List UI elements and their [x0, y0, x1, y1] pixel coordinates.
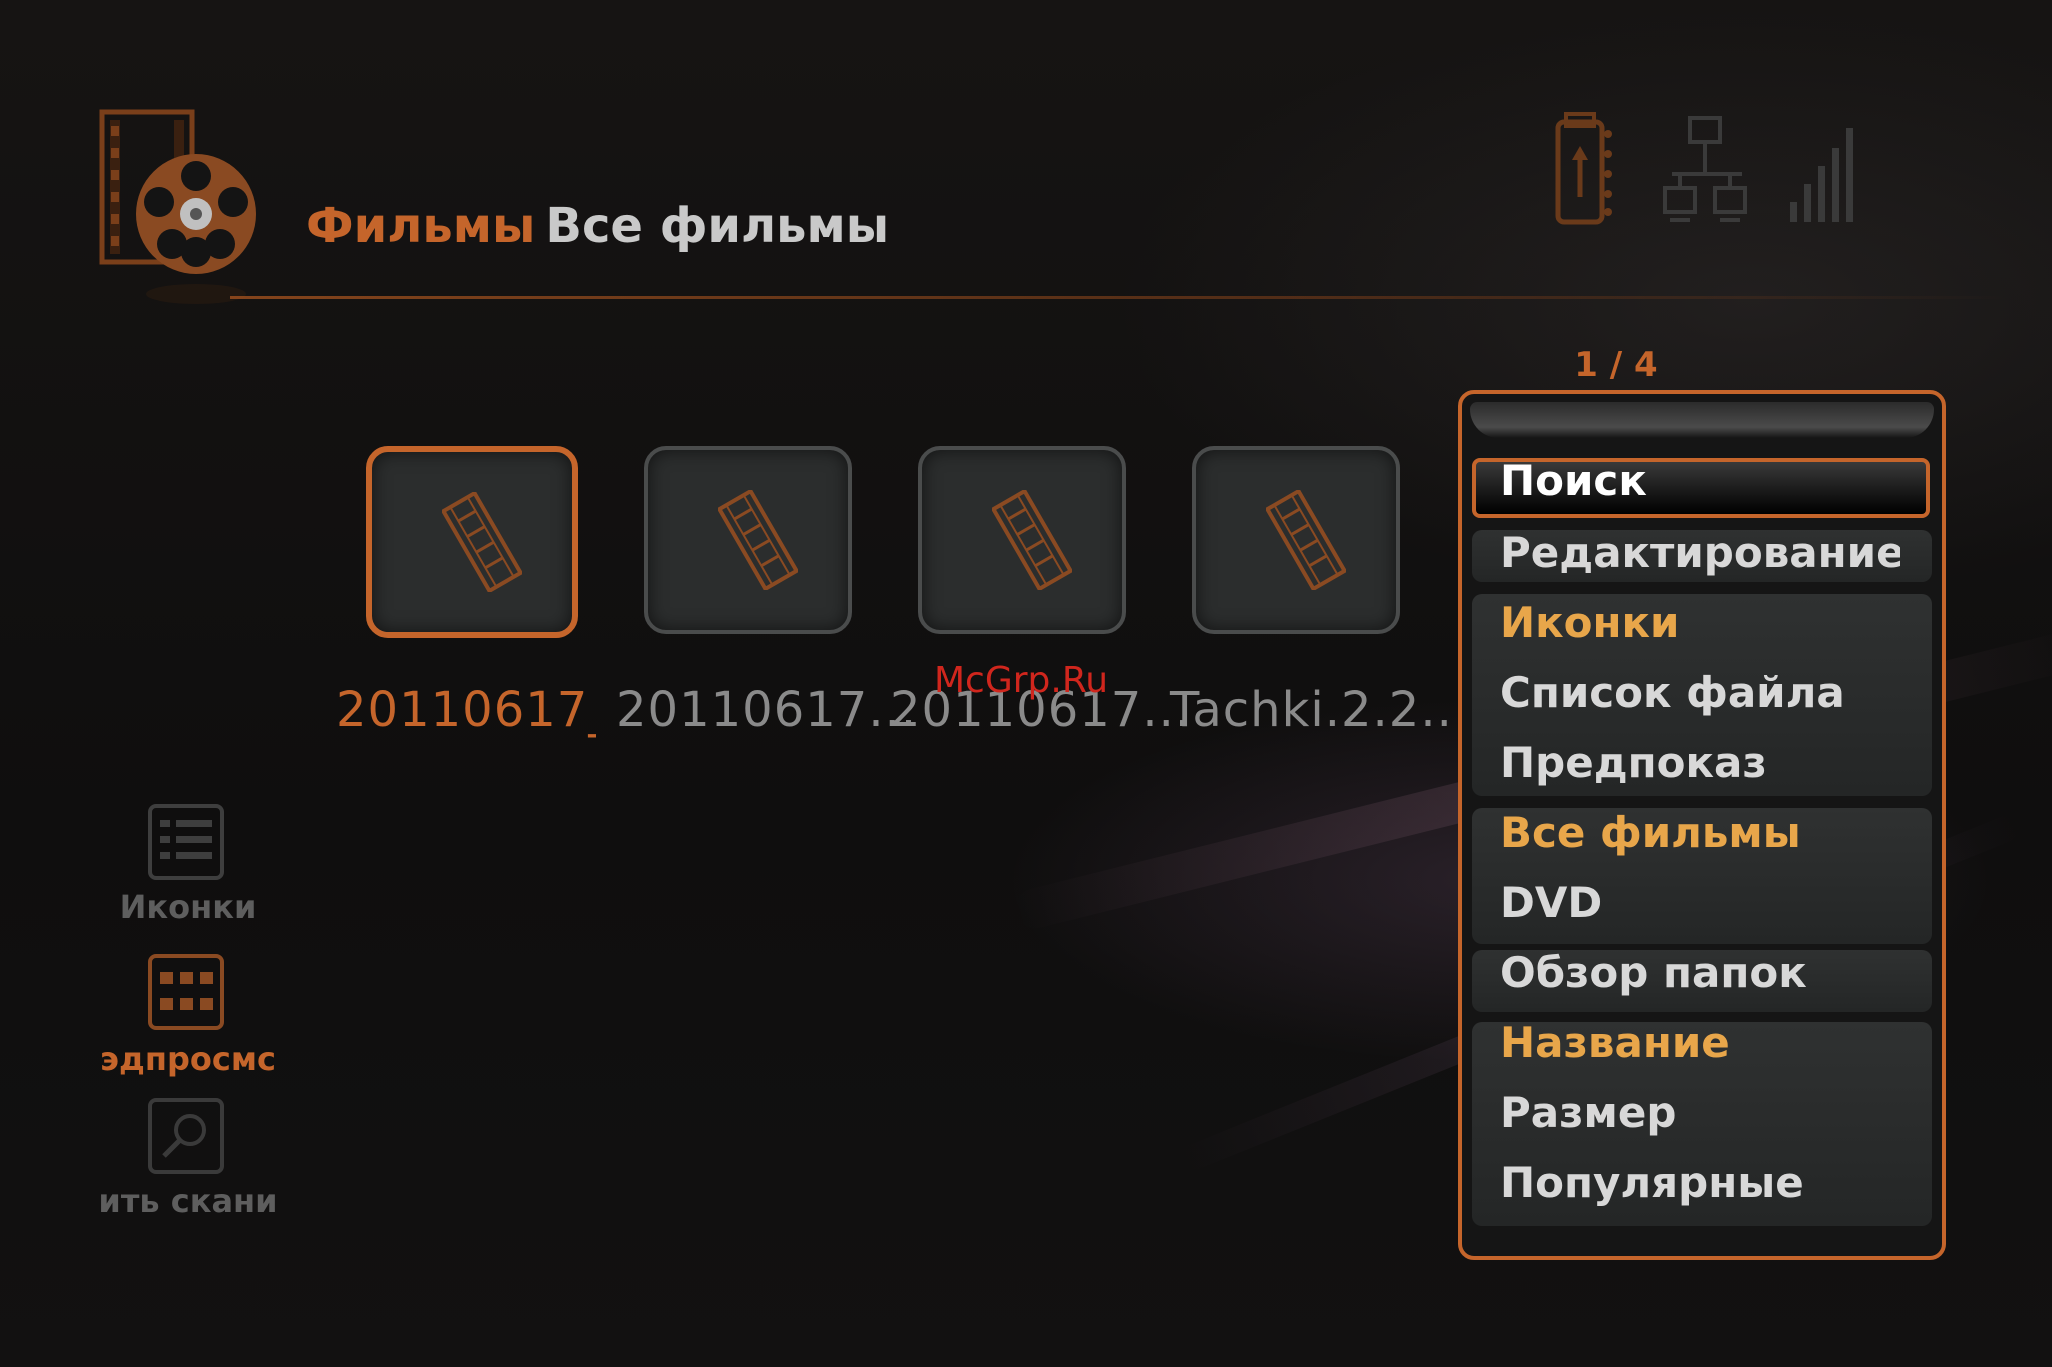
options-menu: Поиск Редактирование ф Иконки Список фай…: [1458, 390, 1946, 1260]
menu-item-preview[interactable]: Предпоказ: [1500, 738, 1900, 787]
menu-item-browse-folders[interactable]: Обзор папок: [1500, 948, 1900, 997]
menu-item-sort-name[interactable]: Название: [1500, 1018, 1900, 1067]
video-thumbnail[interactable]: [918, 446, 1126, 634]
grid-icon[interactable]: [148, 954, 224, 1030]
view-mode-label: ить скани: [98, 1182, 278, 1220]
thumbnail-label: 20110617_: [336, 682, 596, 738]
menu-item-dvd[interactable]: DVD: [1500, 878, 1900, 927]
view-mode-label: эдпросмс: [100, 1040, 276, 1078]
page-title: Фильмы Все фильмы: [306, 198, 889, 254]
menu-item-file-list[interactable]: Список файла: [1500, 668, 1900, 717]
thumbnail-label: Tachki.2.2...: [1170, 682, 1470, 738]
page-counter: 1 / 4: [1574, 345, 1658, 385]
list-icon[interactable]: [148, 804, 224, 880]
view-mode-label: Иконки: [119, 888, 257, 926]
header-divider: [230, 296, 2010, 299]
network-icon: [1663, 116, 1747, 222]
menu-item-sort-size[interactable]: Размер: [1500, 1088, 1900, 1137]
video-thumbnail[interactable]: [366, 446, 578, 638]
menu-header: [1470, 402, 1934, 438]
menu-item-label: Поиск: [1500, 456, 1647, 505]
film-reel-icon: [96, 104, 266, 304]
menu-item-edit[interactable]: Редактирование ф: [1500, 528, 1900, 577]
menu-item-all-movies[interactable]: Все фильмы: [1500, 808, 1900, 857]
signal-icon: [1790, 128, 1853, 222]
film-strip-icon: [718, 490, 798, 590]
thumbnail-label: 20110617...: [616, 682, 918, 738]
film-strip-icon: [442, 492, 522, 592]
category-title: Фильмы: [306, 198, 536, 254]
menu-item-sort-popular[interactable]: Популярные: [1500, 1158, 1900, 1207]
subcategory-title: Все фильмы: [545, 198, 890, 254]
film-strip-icon: [1266, 490, 1346, 590]
status-icons: [1550, 112, 1880, 232]
menu-item-icons[interactable]: Иконки: [1500, 598, 1900, 647]
usb-icon: [1555, 112, 1612, 225]
watermark: McGrp.Ru: [934, 660, 1109, 701]
scan-icon[interactable]: [148, 1098, 224, 1174]
video-thumbnail[interactable]: [644, 446, 852, 634]
film-strip-icon: [992, 490, 1072, 590]
video-thumbnail[interactable]: [1192, 446, 1400, 634]
